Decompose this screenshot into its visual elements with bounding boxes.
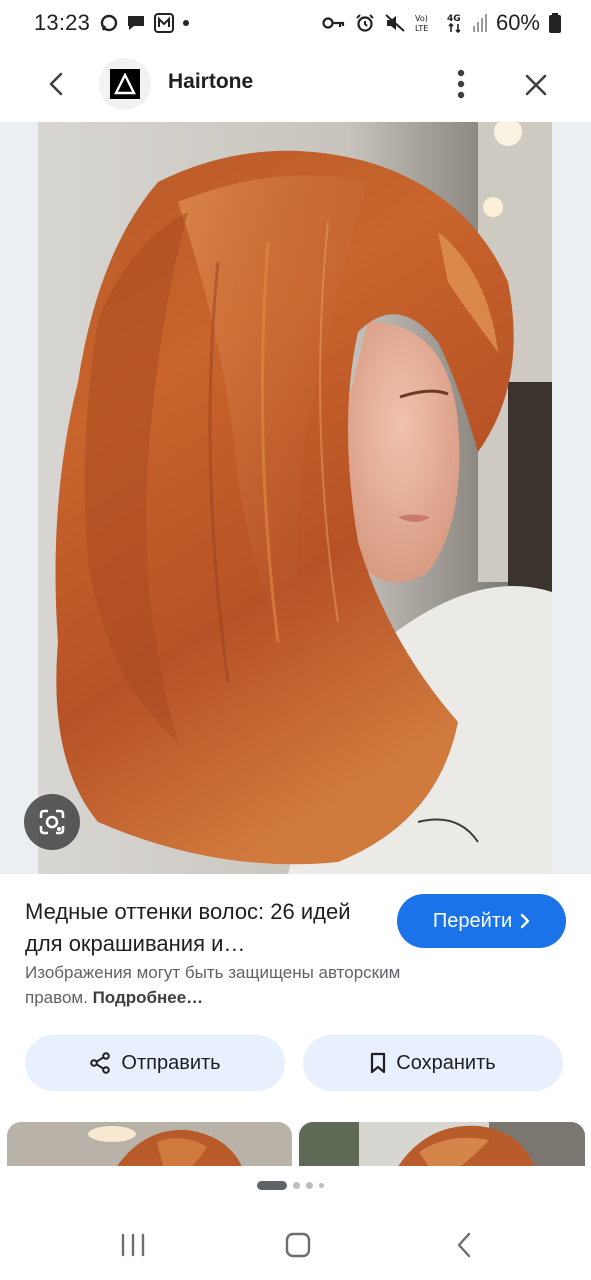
more-vert-icon [457,69,465,99]
svg-text:LTE: LTE [415,24,428,33]
page-dot [306,1182,313,1189]
app-header: Hairtone [0,46,591,122]
notification-icons [100,13,190,33]
back-arrow-icon [49,72,63,96]
battery-percent: 60% [495,10,540,35]
status-time: 13:23 [34,10,91,35]
home-button[interactable] [278,1225,318,1265]
more-options-button[interactable] [446,64,476,104]
google-lens-button[interactable] [24,794,80,850]
recents-button[interactable] [113,1225,153,1265]
site-name[interactable]: Hairtone [168,70,253,94]
page-indicator [257,1181,324,1190]
delta-logo-icon [110,69,140,99]
4g-icon: 4G [446,12,464,34]
back-button[interactable] [38,66,74,102]
chat-bubble-icon [126,14,146,32]
page-dot-active [257,1181,287,1190]
status-bar: 13:23 Vo) LTE 4G 60% [0,0,591,46]
visit-button[interactable]: Перейти [397,894,566,948]
save-label: Сохранить [396,1051,496,1074]
page-dot [319,1183,324,1188]
visit-button-label: Перейти [432,909,513,932]
battery-icon [549,13,561,33]
status-right: Vo) LTE 4G 60% [322,10,561,36]
key-icon [322,15,346,31]
dot-icon [182,19,190,27]
result-title[interactable]: Медные оттенки волос: 26 идей для окраши… [25,896,355,960]
signal-icon [472,14,487,32]
share-icon [90,1052,111,1074]
related-image-thumbnail[interactable] [7,1122,292,1166]
nav-back-icon [457,1232,471,1258]
image-viewer [0,122,591,874]
status-left: 13:23 [34,10,190,36]
related-image-thumbnail[interactable] [299,1122,585,1166]
google-lens-icon [39,809,65,835]
page-dot [293,1182,300,1189]
share-label: Отправить [121,1051,221,1074]
alarm-icon [355,13,375,33]
recents-icon [121,1233,145,1257]
mute-icon [384,13,406,33]
chat-icon [100,14,118,32]
learn-more-link[interactable]: Подробнее… [93,988,204,1007]
close-icon [525,74,547,96]
bookmark-icon [371,1052,386,1074]
related-images [0,1122,591,1166]
main-image[interactable] [38,122,552,874]
site-logo[interactable] [99,58,151,110]
save-button[interactable]: Сохранить [303,1035,563,1091]
volte-icon: Vo) LTE [415,12,437,34]
close-button[interactable] [516,65,556,105]
copyright-notice: Изображения могут быть защищены авторски… [25,960,465,1010]
nav-back-button[interactable] [444,1225,484,1265]
chevron-right-icon [520,913,530,929]
system-nav-bar [0,1210,591,1280]
svg-text:4G: 4G [447,14,461,24]
home-icon [285,1232,311,1258]
share-button[interactable]: Отправить [25,1035,285,1091]
m-app-icon [154,13,175,33]
copyright-text: Изображения могут быть защищены авторски… [25,963,401,1007]
svg-text:Vo): Vo) [415,14,428,23]
